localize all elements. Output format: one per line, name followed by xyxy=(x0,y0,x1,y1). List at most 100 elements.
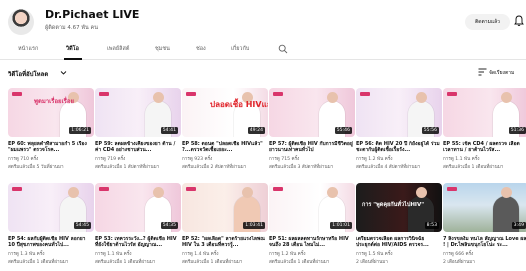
video-card[interactable]: 1:01:01 EP 51: ผลผลลดทานรักษาหรือ HIV จนถ… xyxy=(269,183,355,266)
video-title[interactable]: 7 สิ่งรขลง้ม ทนโล สัญญาณ Love ผล ! | Dr.… xyxy=(443,236,526,249)
video-thumbnail[interactable]: ปลอดเชื้อ HIVแล้ว ? 49:24 xyxy=(182,88,268,137)
video-thumbnail[interactable]: 55:56 xyxy=(356,88,442,137)
video-card[interactable]: 1:03:41 EP 52: "ผลเลือด" ลาดร้ายแรงไลพณ H… xyxy=(182,183,268,266)
video-card[interactable]: การ "พูดคุยกันทั่วไปHIV" 8:53 เตรียมตรวจเล… xyxy=(356,183,442,266)
presenter-head xyxy=(501,92,512,103)
channel-logo-mark xyxy=(273,92,283,96)
chevron-down-icon[interactable] xyxy=(60,70,67,76)
video-upload-age: สตรีมแล้วเมื่อ 1 เดือนที่ผ่านมา xyxy=(182,259,243,265)
tab-about[interactable]: เกี่ยวกับ xyxy=(231,45,249,53)
video-thumbnail[interactable]: การ "พูดคุยกันทั่วไปHIV" 8:53 xyxy=(356,183,442,232)
video-duration-badge: 55:56 xyxy=(421,127,439,134)
video-duration-badge: 3:49 xyxy=(511,222,526,229)
channel-logo-mark xyxy=(360,92,370,96)
video-card[interactable]: 54:41 EP 59: ลดผลข้างเคียงของยา ต้าน / ค่… xyxy=(95,88,181,171)
channel-logo-mark xyxy=(186,187,196,191)
video-upload-age: สตรีมแล้วเมื่อ 1 เดือนที่ผ่านมา xyxy=(95,259,156,265)
active-tab-indicator xyxy=(64,58,82,60)
video-card[interactable]: พูดมาเรื่อยเรื่อย 1:06:21 EP 60: พลุยลดำที… xyxy=(8,88,94,171)
presenter-head xyxy=(68,187,79,198)
video-upload-age: สตรีมแล้วเมื่อ 1 เดือนที่ผ่านมา xyxy=(269,259,330,265)
video-thumbnail[interactable]: 3:49 xyxy=(443,183,526,232)
video-thumbnail[interactable]: 55:46 xyxy=(269,88,355,137)
channel-logo-mark xyxy=(273,187,283,191)
channel-logo-mark xyxy=(12,187,22,191)
video-view-count: การดู 1.2 พัน ครั้ง xyxy=(269,251,306,257)
channel-subscriber-count: ผู้ติดตาม 4.67 พัน คน xyxy=(45,25,98,31)
video-title[interactable]: EP 58: ตอนต "ปลอดเชื้อ HIVแล้ว" ?...ตรวจ… xyxy=(182,141,268,154)
subscribed-button[interactable]: ติดตามแล้ว xyxy=(465,14,510,30)
tab-community[interactable]: ชุมชน xyxy=(155,45,170,53)
video-view-count: การดู 1.2 พัน ครั้ง xyxy=(356,156,393,162)
video-duration-badge: 49:24 xyxy=(247,127,265,134)
uploads-section-title[interactable]: วิดีโอที่อัปโหลด xyxy=(8,69,48,79)
channel-logo-mark xyxy=(186,92,196,96)
video-duration-badge: 1:01:01 xyxy=(330,222,352,229)
video-duration-badge: 55:46 xyxy=(334,127,352,134)
video-thumbnail[interactable]: 1:01:01 xyxy=(269,183,355,232)
video-title[interactable]: EP 54: ผลกับผู้ติดเชื้อ HIV ลอกยา 10 ปีส… xyxy=(8,236,94,249)
video-card[interactable]: 51:36 EP 55: เช็ค CD4 / ผลตรวจ เลือดเวลาท… xyxy=(443,88,526,171)
video-duration-badge: 8:53 xyxy=(424,222,439,229)
channel-avatar[interactable] xyxy=(8,9,34,35)
video-card[interactable]: 54:45 EP 54: ผลกับผู้ติดเชื้อ HIV ลอกยา 1… xyxy=(8,183,94,266)
video-thumbnail[interactable]: 51:36 xyxy=(443,88,526,137)
video-title[interactable]: EP 55: เช็ค CD4 / ผลตรวจ เลือดเวลาทาน / … xyxy=(443,141,526,154)
tab-channels[interactable]: ช่อง xyxy=(196,45,206,53)
video-thumbnail[interactable]: 1:03:41 xyxy=(182,183,268,232)
presenter-head xyxy=(416,187,427,198)
presenter-head xyxy=(153,92,164,103)
video-duration-badge: 54:41 xyxy=(160,127,178,134)
video-card[interactable]: 55:46 EP 57: ผู้ติดเชื้อ HIV กับการมีชีวิ… xyxy=(269,88,355,171)
video-title[interactable]: เตรียมตรวจเลือด ผลการวินิจฉัย ประยุกต์ต่… xyxy=(356,236,442,249)
video-thumbnail[interactable]: 54:41 xyxy=(95,88,181,137)
video-title[interactable]: EP 56: ติด HIV 20 ปี ก็ยังอยู่ได้ ร่วมชะ… xyxy=(356,141,442,154)
presenter-head xyxy=(153,187,164,198)
video-view-count: การดู 1.5 พัน ครั้ง xyxy=(356,251,393,257)
video-upload-age: สตรีมแล้วเมื่อ 1 เดือนที่ผ่านมา xyxy=(443,164,504,170)
tab-home[interactable]: หน้าแรก xyxy=(18,45,38,53)
tab-playlists[interactable]: เพลย์ลิสต์ xyxy=(107,45,129,53)
video-duration-badge: 54:35 xyxy=(160,222,178,229)
video-upload-age: สตรีมแล้วเมื่อ 2 สัปดาห์ที่ผ่านมา xyxy=(182,164,247,170)
video-thumbnail[interactable]: พูดมาเรื่อยเรื่อย 1:06:21 xyxy=(8,88,94,137)
presenter-head xyxy=(501,187,512,198)
video-duration-badge: 51:36 xyxy=(508,127,526,134)
presenter-head xyxy=(327,187,338,198)
thumbnail-overlay-text: ปลอดเชื้อ HIVแล้ว ? xyxy=(210,100,268,109)
thumbnail-overlay-text: พูดมาเรื่อยเรื่อย xyxy=(34,98,74,105)
sort-icon[interactable] xyxy=(478,68,487,76)
video-card[interactable]: ปลอดเชื้อ HIVแล้ว ? 49:24 EP 58: ตอนต "ปลอ… xyxy=(182,88,268,171)
channel-logo-mark xyxy=(99,92,109,96)
video-thumbnail[interactable]: 54:45 xyxy=(8,183,94,232)
video-title[interactable]: EP 51: ผลผลลดทานรักษาหรือ HIV จนถึง 28 เ… xyxy=(269,236,355,249)
video-title[interactable]: EP 59: ลดผลข้างเคียงของยา ต้าน / ค่า CD4… xyxy=(95,141,181,154)
video-upload-age: สตรีมแล้วเมื่อ 1 สัปดาห์ที่ผ่านมา xyxy=(95,164,160,170)
video-title[interactable]: EP 53: เทควรระวัง..? ผู้ติดเชื้อ HIV ที่… xyxy=(95,236,181,249)
video-title[interactable]: EP 57: ผู้ติดเชื้อ HIV กับการมีชีวิตอยู่… xyxy=(269,141,355,154)
video-view-count: การดู 719 ครั้ง xyxy=(95,156,126,162)
video-upload-age: สตรีมแล้วเมื่อ 5 วันที่ผ่านมา xyxy=(8,164,64,170)
search-icon[interactable] xyxy=(278,44,288,54)
tab-videos[interactable]: วิดีโอ xyxy=(66,45,79,53)
channel-name[interactable]: Dr.Pichaet LIVE xyxy=(45,8,139,21)
video-view-count: การดู 923 ครั้ง xyxy=(182,156,213,162)
sort-by-button[interactable]: จัดเรียงตาม xyxy=(489,69,514,77)
video-duration-badge: 1:03:41 xyxy=(243,222,265,229)
bell-icon[interactable] xyxy=(514,15,524,27)
channel-logo-mark xyxy=(447,187,457,191)
video-title[interactable]: EP 52: "ผลเลือด" ลาดร้ายแรงไลพณ HIV ใน 3… xyxy=(182,236,268,249)
video-view-count: การดู 710 ครั้ง xyxy=(8,156,39,162)
video-card[interactable]: 54:35 EP 53: เทควรระวัง..? ผู้ติดเชื้อ HI… xyxy=(95,183,181,266)
video-duration-badge: 54:45 xyxy=(73,222,91,229)
presenter-head xyxy=(327,92,338,103)
video-thumbnail[interactable]: 54:35 xyxy=(95,183,181,232)
video-view-count: การดู 666 ครั้ง xyxy=(443,251,474,257)
video-view-count: การดู 1.4 พัน ครั้ง xyxy=(182,251,219,257)
video-card[interactable]: 55:56 EP 56: ติด HIV 20 ปี ก็ยังอยู่ได้ ร… xyxy=(356,88,442,171)
video-title[interactable]: EP 60: พลุยลดำที่สามาอกำ 5 เรื่อง "ผมแพร… xyxy=(8,141,94,154)
video-card[interactable]: 3:49 7 สิ่งรขลง้ม ทนโล สัญญาณ Love ผล ! |… xyxy=(443,183,526,266)
channel-tabs: หน้าแรก วิดีโอ เพลย์ลิสต์ ชุมชน ช่อง เกี… xyxy=(0,40,526,60)
channel-logo-mark xyxy=(447,92,457,96)
video-upload-age: 2 เดือนที่ผ่านมา xyxy=(356,259,388,265)
